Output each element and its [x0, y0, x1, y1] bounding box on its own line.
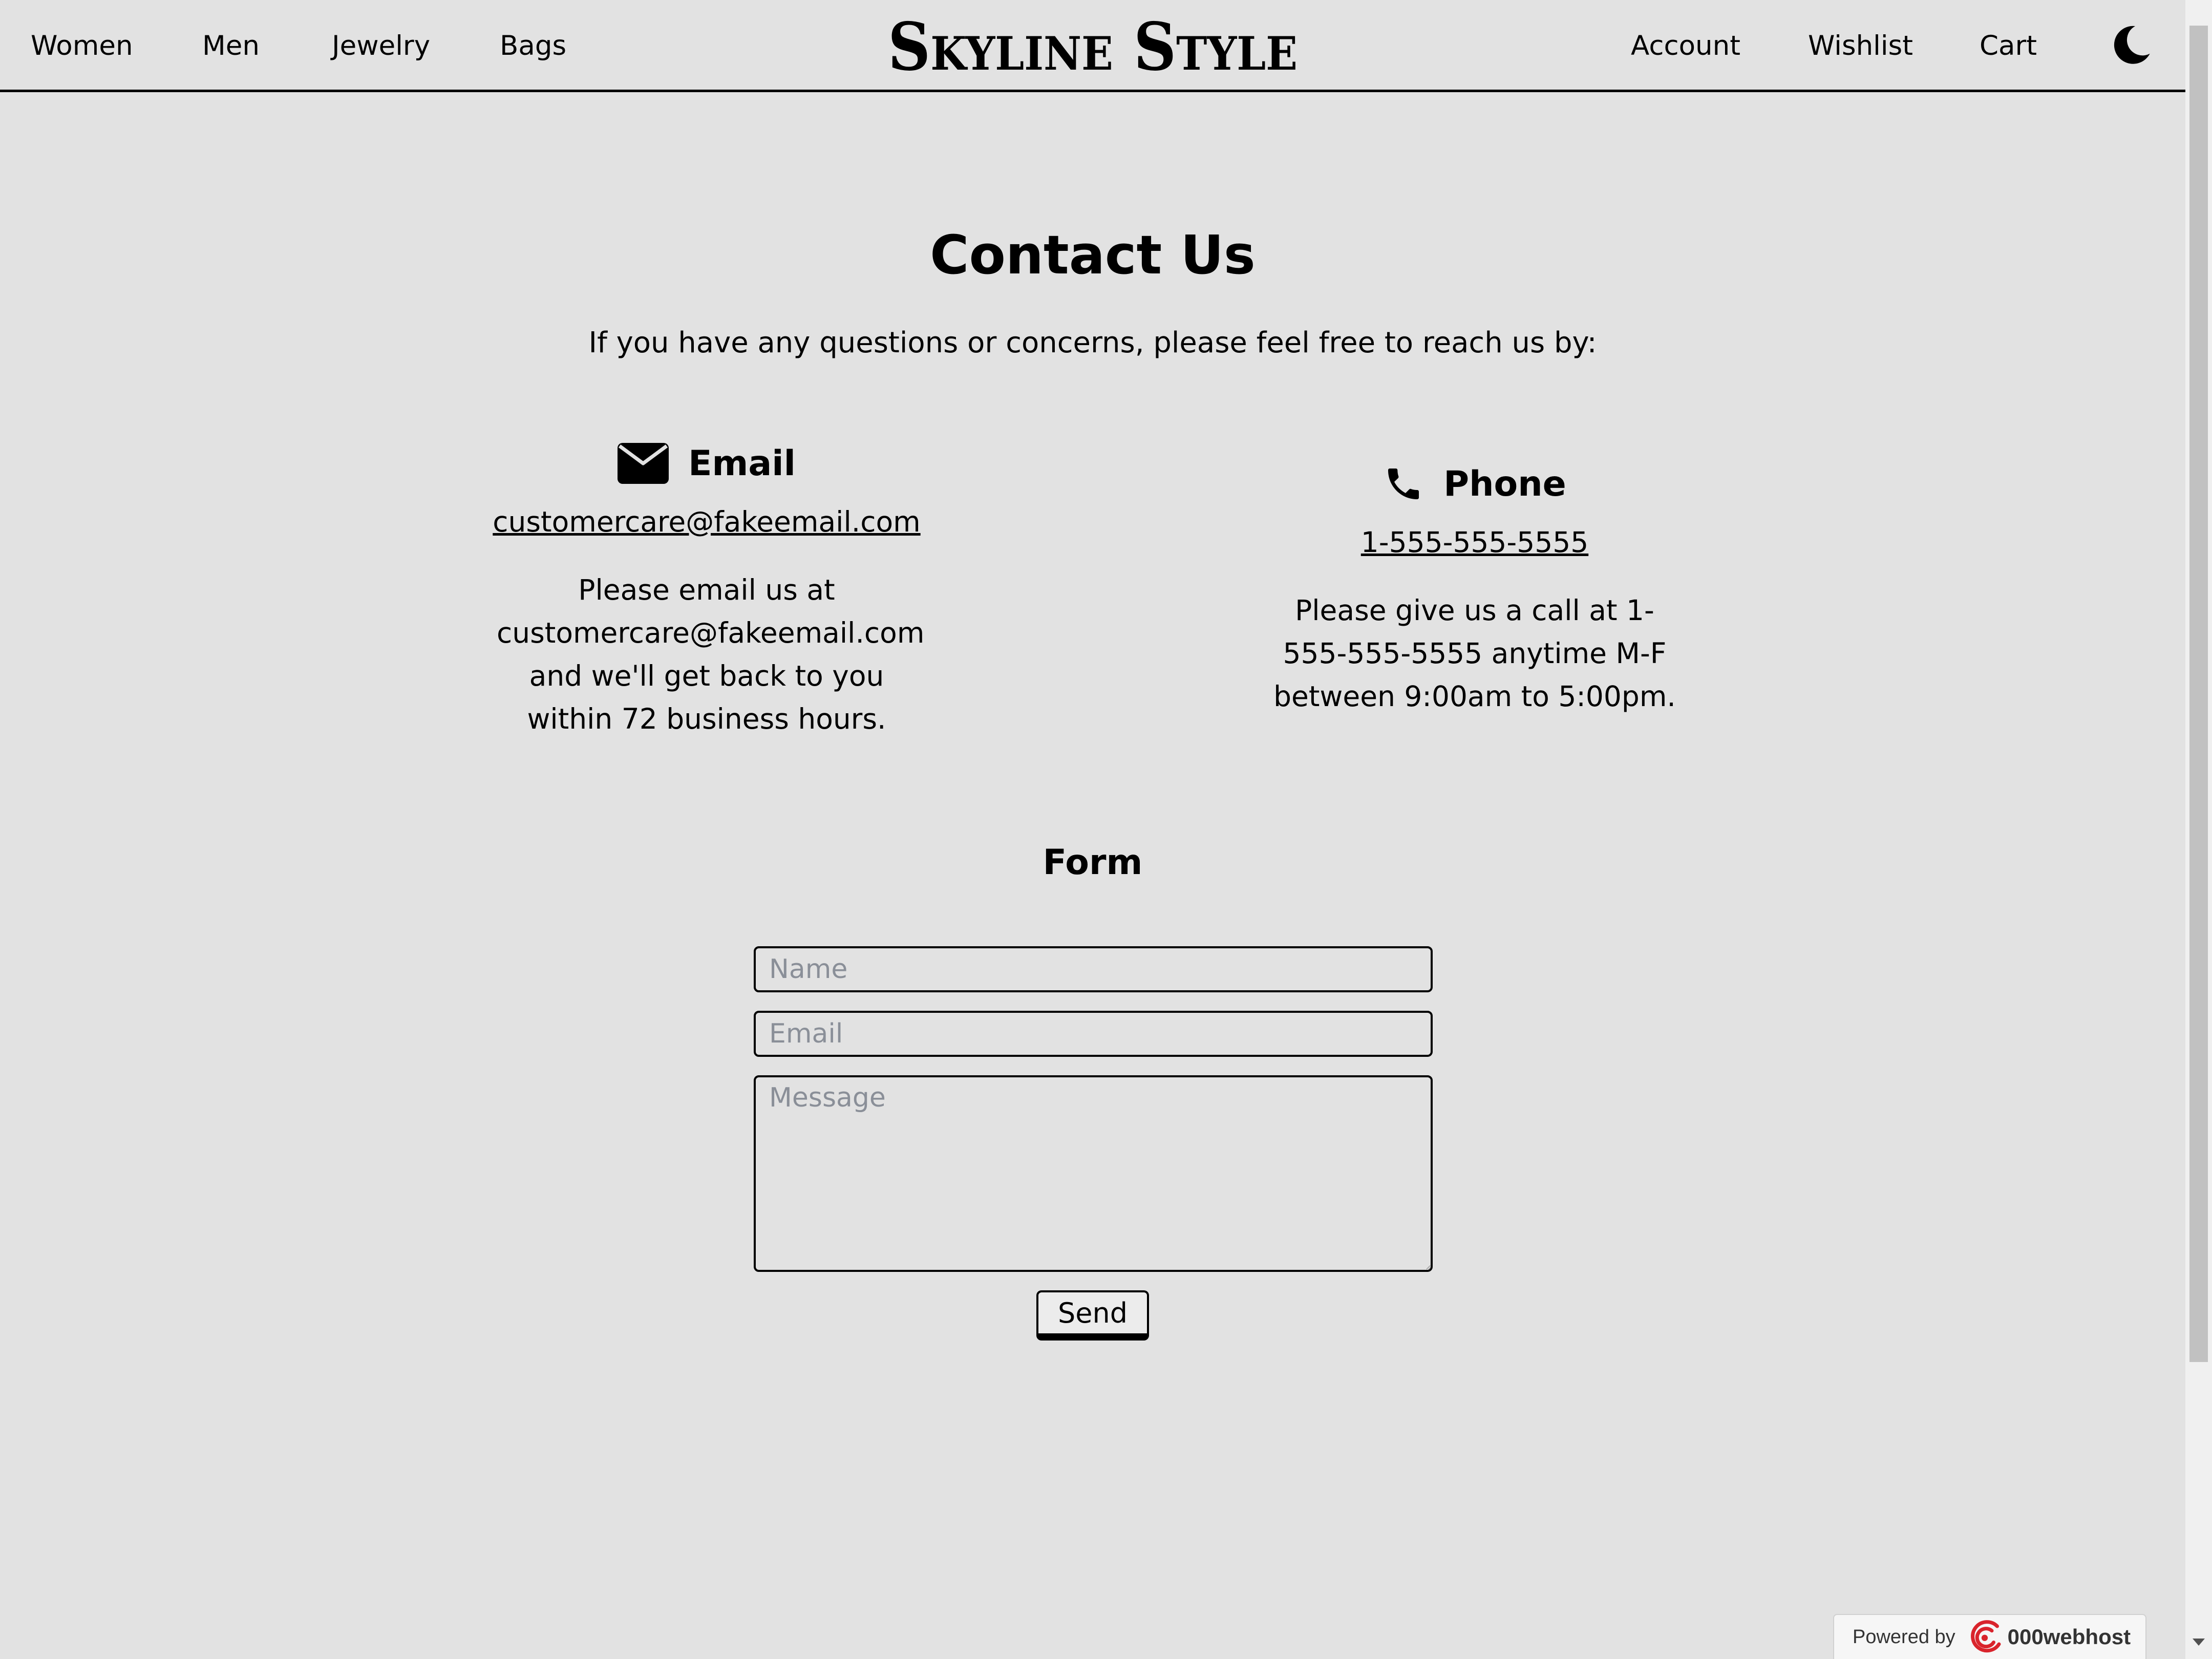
000webhost-brand: 000webhost	[2007, 1625, 2131, 1649]
nav-link-wishlist[interactable]: Wishlist	[1808, 24, 1913, 69]
scroll-down-arrow-icon[interactable]	[2193, 1639, 2205, 1646]
scrollbar-thumb[interactable]	[2189, 26, 2208, 1362]
email-input[interactable]	[754, 1011, 1433, 1057]
phone-section: Phone 1-555-555-5555 Please give us a ca…	[1244, 451, 1705, 718]
name-input[interactable]	[754, 946, 1433, 992]
page: Women Men Jewelry Bags Skyline Style Acc…	[0, 0, 2212, 1659]
email-section: Email customercare@fakeemail.com Please …	[476, 430, 937, 740]
vertical-scrollbar[interactable]	[2185, 0, 2212, 1659]
email-link[interactable]: customercare@fakeemail.com	[476, 499, 937, 545]
powered-by-label: Powered by	[1853, 1626, 1955, 1648]
nav-link-account[interactable]: Account	[1631, 24, 1740, 69]
email-heading: Email	[476, 430, 937, 497]
phone-description: Please give us a call at 1-555-555-5555 …	[1273, 594, 1676, 713]
000webhost-logo-icon	[1970, 1620, 2001, 1653]
phone-heading-label: Phone	[1443, 463, 1566, 504]
navbar: Women Men Jewelry Bags Skyline Style Acc…	[0, 0, 2185, 92]
form-title: Form	[1043, 842, 1143, 883]
phone-link[interactable]: 1-555-555-5555	[1244, 519, 1705, 565]
nav-link-jewelry[interactable]: Jewelry	[332, 24, 430, 69]
nav-link-cart[interactable]: Cart	[1980, 24, 2037, 69]
email-description: Please email us at customercare@fakeemai…	[497, 573, 925, 735]
moon-icon[interactable]	[2109, 24, 2152, 67]
page-title: Contact Us	[930, 224, 1256, 286]
nav-link-women[interactable]: Women	[31, 24, 133, 69]
powered-by-badge[interactable]: Powered by 000webhost	[1833, 1614, 2146, 1659]
message-textarea[interactable]	[754, 1075, 1433, 1272]
send-button[interactable]: Send	[1036, 1290, 1149, 1341]
phone-icon	[1388, 469, 1419, 499]
envelope-icon	[618, 443, 669, 484]
nav-link-bags[interactable]: Bags	[500, 24, 566, 69]
page-intro: If you have any questions or concerns, p…	[588, 326, 1597, 359]
nav-link-men[interactable]: Men	[202, 24, 260, 69]
site-logo[interactable]: Skyline Style	[754, 11, 1431, 83]
email-heading-label: Email	[688, 443, 796, 484]
phone-heading: Phone	[1244, 451, 1705, 517]
